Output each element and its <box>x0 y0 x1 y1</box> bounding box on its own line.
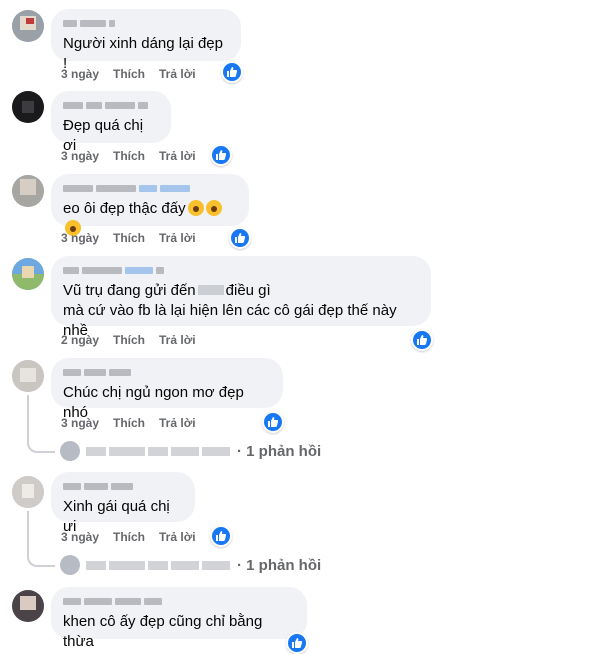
comment-actions: 3 ngày Thích Trả lời <box>61 416 210 430</box>
author-name-blurred[interactable] <box>63 182 237 194</box>
reply-avatar <box>60 441 80 461</box>
like-thumb-icon[interactable] <box>286 632 308 654</box>
view-replies-link[interactable]: · 1 phản hồi <box>60 555 321 575</box>
avatar[interactable] <box>12 360 44 392</box>
avatar[interactable] <box>12 476 44 508</box>
reply-button[interactable]: Trả lời <box>159 333 196 347</box>
comment-actions: 3 ngày Thích Trả lời <box>61 149 210 163</box>
comment-bubble: Chúc chị ngủ ngon mơ đẹp nhó <box>51 358 283 421</box>
comment-actions: 3 ngày Thích Trả lời <box>61 530 210 544</box>
timestamp[interactable]: 2 ngày <box>61 333 99 347</box>
comment-bubble: Người xinh dáng lại đẹp ! <box>51 9 241 72</box>
author-name-blurred[interactable] <box>63 17 229 29</box>
author-name-blurred[interactable] <box>63 480 183 492</box>
redacted-text <box>197 285 224 295</box>
thread-connector <box>27 553 55 567</box>
like-button[interactable]: Thích <box>113 231 145 245</box>
author-name-blurred[interactable] <box>63 366 271 378</box>
reply-avatar <box>60 555 80 575</box>
thread-line <box>27 511 29 553</box>
reply-button[interactable]: Trả lời <box>159 149 196 163</box>
author-name-blurred[interactable] <box>63 264 419 276</box>
comment-bubble: khen cô ấy đẹp cũng chỉ bằng thừa <box>51 587 307 650</box>
like-thumb-icon[interactable] <box>210 525 232 547</box>
timestamp[interactable]: 3 ngày <box>61 416 99 430</box>
timestamp[interactable]: 3 ngày <box>61 149 99 163</box>
view-replies-link[interactable]: · 1 phản hồi <box>60 441 321 461</box>
comment-actions: 3 ngày Thích Trả lời <box>61 231 210 245</box>
reply-button[interactable]: Trả lời <box>159 67 196 81</box>
timestamp[interactable]: 3 ngày <box>61 67 99 81</box>
avatar[interactable] <box>12 91 44 123</box>
comment-actions: 3 ngày Thích Trả lời <box>61 67 210 81</box>
like-button[interactable]: Thích <box>113 149 145 163</box>
comment-bubble: Đẹp quá chị ơi <box>51 91 171 154</box>
comment-actions: 2 ngày Thích Trả lời <box>61 333 210 347</box>
reply-count[interactable]: · 1 phản hồi <box>237 557 321 574</box>
fearful-face-emoji <box>205 200 222 216</box>
like-button[interactable]: Thích <box>113 530 145 544</box>
like-thumb-icon[interactable] <box>229 227 251 249</box>
reply-count[interactable]: · 1 phản hồi <box>237 443 321 460</box>
like-thumb-icon[interactable] <box>210 144 232 166</box>
timestamp[interactable]: 3 ngày <box>61 231 99 245</box>
avatar[interactable] <box>12 10 44 42</box>
like-thumb-icon[interactable] <box>411 329 433 351</box>
like-button[interactable]: Thích <box>113 67 145 81</box>
author-name-blurred[interactable] <box>63 99 159 111</box>
avatar[interactable] <box>12 175 44 207</box>
timestamp[interactable]: 3 ngày <box>61 530 99 544</box>
comment-bubble: eo ôi đẹp thậc đấy <box>51 174 249 236</box>
comment-bubble: Xinh gái quá chị ưi <box>51 472 195 535</box>
reply-button[interactable]: Trả lời <box>159 231 196 245</box>
comment-text: Vũ trụ đang gửi đến điều gì mà cứ vào fb l… <box>63 282 397 339</box>
avatar[interactable] <box>12 258 44 290</box>
thread-connector <box>27 439 55 453</box>
reply-button[interactable]: Trả lời <box>159 416 196 430</box>
like-thumb-icon[interactable] <box>221 61 243 83</box>
author-name-blurred[interactable] <box>63 595 295 607</box>
fearful-face-emoji <box>187 200 204 216</box>
like-thumb-icon[interactable] <box>262 411 284 433</box>
reply-button[interactable]: Trả lời <box>159 530 196 544</box>
avatar[interactable] <box>12 590 44 622</box>
like-button[interactable]: Thích <box>113 333 145 347</box>
comment-bubble: Vũ trụ đang gửi đến điều gì mà cứ vào fb l… <box>51 256 431 339</box>
comment-text: khen cô ấy đẹp cũng chỉ bằng thừa <box>63 613 263 650</box>
thread-line <box>27 395 29 439</box>
like-button[interactable]: Thích <box>113 416 145 430</box>
